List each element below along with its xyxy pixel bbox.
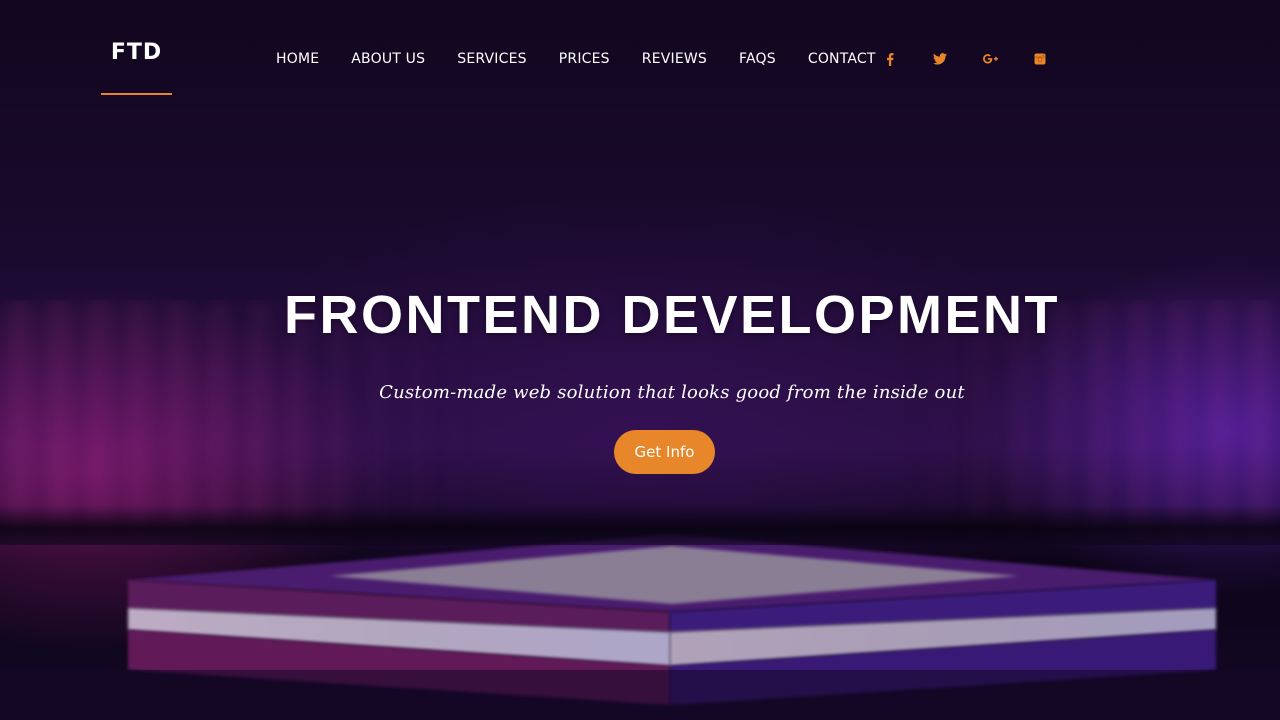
google-plus-icon[interactable] bbox=[977, 49, 1003, 69]
instagram-icon[interactable] bbox=[1027, 49, 1053, 69]
main-nav: HOME ABOUT US SERVICES PRICES REVIEWS FA… bbox=[262, 48, 894, 70]
landing-page: FTD HOME ABOUT US SERVICES PRICES REVIEW… bbox=[0, 0, 1280, 720]
nav-item-about-us[interactable]: ABOUT US bbox=[337, 51, 439, 67]
nav-item-prices[interactable]: PRICES bbox=[545, 51, 624, 67]
nav-item-services[interactable]: SERVICES bbox=[443, 51, 541, 67]
twitter-icon[interactable] bbox=[927, 49, 953, 69]
floor-shadow bbox=[0, 505, 1280, 545]
nav-item-contact[interactable]: CONTACT bbox=[794, 51, 890, 67]
podium-illustration bbox=[0, 534, 1280, 720]
nav-item-faqs[interactable]: FAQS bbox=[725, 51, 790, 67]
stage-podium bbox=[0, 520, 1280, 720]
logo-underline bbox=[101, 93, 172, 95]
hero-title: FRONTEND DEVELOPMENT bbox=[283, 285, 1061, 345]
hero-subtitle: Custom-made web solution that looks good… bbox=[379, 382, 965, 403]
facebook-icon[interactable] bbox=[877, 49, 903, 69]
social-links bbox=[877, 48, 1053, 70]
get-info-button[interactable]: Get Info bbox=[614, 430, 715, 474]
nav-item-home[interactable]: HOME bbox=[262, 51, 333, 67]
nav-item-reviews[interactable]: REVIEWS bbox=[628, 51, 721, 67]
site-logo[interactable]: FTD bbox=[101, 40, 172, 65]
